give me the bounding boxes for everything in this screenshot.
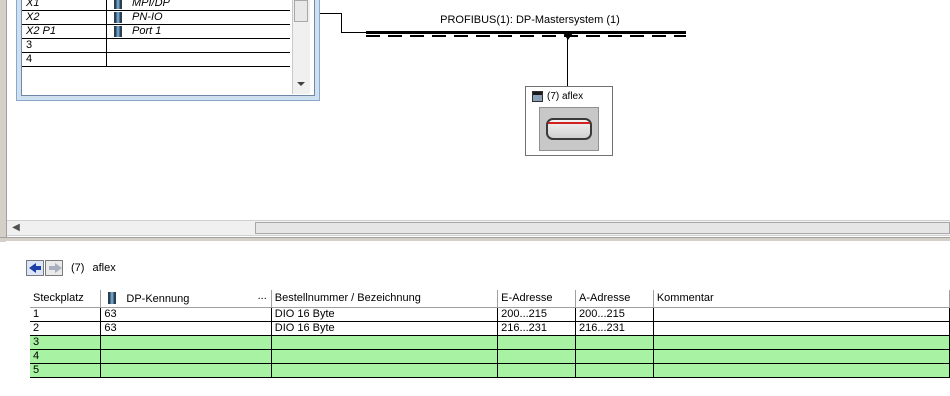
cell-a-address[interactable] <box>575 335 654 350</box>
cell-comment[interactable] <box>653 349 950 364</box>
table-row[interactable]: 3 <box>30 335 950 350</box>
connector-line <box>341 32 367 33</box>
module-icon <box>114 26 122 37</box>
rack-vertical-scrollbar[interactable] <box>292 0 310 94</box>
profibus-dashes <box>366 35 686 37</box>
horizontal-scrollbar[interactable]: ◀ <box>7 220 950 236</box>
column-separator <box>106 39 107 52</box>
back-button[interactable] <box>26 260 44 276</box>
rack-module: PN-IO <box>132 11 163 23</box>
rack-slot: 4 <box>26 53 33 65</box>
cell-order-number[interactable] <box>271 335 499 350</box>
rack-slot: 3 <box>26 39 33 51</box>
column-header-label: DP-Kennung <box>126 292 190 305</box>
cell-comment[interactable] <box>653 363 950 378</box>
column-separator <box>106 0 107 10</box>
column-header-kommentar[interactable]: Kommentar <box>653 290 950 308</box>
scroll-down-arrow-icon[interactable] <box>297 82 305 86</box>
slot-table: Steckplatz DP-Kennung ... Bestellnummer … <box>30 290 950 378</box>
left-frame-edge <box>0 0 7 240</box>
bus-tap-icon <box>563 33 573 40</box>
device-header: (7) aflex <box>528 89 610 105</box>
more-options[interactable]: ... <box>258 290 267 303</box>
connector-line <box>320 13 342 14</box>
cell-order-number[interactable] <box>271 349 499 364</box>
cell-dp-kennung[interactable] <box>100 363 272 378</box>
cell-e-address[interactable] <box>497 335 576 350</box>
cell-e-address[interactable]: 200...215 <box>497 307 576 322</box>
rack-module: Port 1 <box>132 25 162 37</box>
cell-comment[interactable] <box>653 335 950 350</box>
scroll-thumb[interactable] <box>255 222 950 234</box>
detail-view: (7) aflex Steckplatz DP-Kennung ... Beste… <box>6 241 950 396</box>
scroll-thumb[interactable] <box>294 0 308 22</box>
cell-slot[interactable]: 3 <box>30 335 102 350</box>
column-header-dp-kennung[interactable]: DP-Kennung ... <box>100 290 272 308</box>
cell-dp-kennung[interactable] <box>100 349 272 364</box>
cell-dp-kennung[interactable] <box>100 335 272 350</box>
table-header-row: Steckplatz DP-Kennung ... Bestellnummer … <box>30 290 950 308</box>
detail-title: (7) aflex <box>71 262 116 274</box>
table-row[interactable]: 2 63 DIO 16 Byte 216...231 216...231 <box>30 321 950 336</box>
cell-a-address[interactable] <box>575 349 654 364</box>
module-icon <box>108 291 117 304</box>
profibus-line[interactable] <box>366 31 686 34</box>
device-label: (7) aflex <box>547 91 584 102</box>
bus-label: PROFIBUS(1): DP-Mastersystem (1) <box>440 14 620 26</box>
arrow-right-icon <box>55 263 62 273</box>
forward-button[interactable] <box>45 260 63 276</box>
cell-comment[interactable] <box>653 321 950 336</box>
device-stripe <box>548 122 590 124</box>
cell-a-address[interactable]: 216...231 <box>575 321 654 336</box>
rack-row[interactable]: 3 <box>22 39 290 53</box>
cell-slot[interactable]: 5 <box>30 363 102 378</box>
module-icon <box>114 0 122 9</box>
cell-e-address[interactable] <box>497 349 576 364</box>
device-number: (7) <box>71 262 85 274</box>
rack-row[interactable]: X1 MPI/DP <box>22 0 290 11</box>
table-row[interactable]: 5 <box>30 363 950 378</box>
rack-slot: X2 <box>26 11 40 23</box>
device-name: aflex <box>92 262 116 274</box>
table-row[interactable]: 1 63 DIO 16 Byte 200...215 200...215 <box>30 307 950 322</box>
slave-device-icon <box>532 91 543 102</box>
cell-a-address[interactable] <box>575 363 654 378</box>
cell-order-number[interactable] <box>271 363 499 378</box>
table-row[interactable]: 4 <box>30 349 950 364</box>
cell-e-address[interactable]: 216...231 <box>497 321 576 336</box>
rack-slot: X1 <box>26 0 40 9</box>
column-header-a-adresse[interactable]: A-Adresse <box>575 290 654 308</box>
column-separator <box>106 53 107 66</box>
rack-row[interactable]: X2 P1 Port 1 <box>22 25 290 39</box>
cell-order-number[interactable]: DIO 16 Byte <box>271 307 499 322</box>
device-image <box>539 107 599 151</box>
module-icon <box>114 12 122 23</box>
device-aflex[interactable]: (7) aflex <box>525 86 613 156</box>
connector-line <box>341 13 342 33</box>
cell-slot[interactable]: 4 <box>30 349 102 364</box>
column-separator <box>106 11 107 24</box>
column-header-e-adresse[interactable]: E-Adresse <box>497 290 576 308</box>
cell-slot[interactable]: 2 <box>30 321 102 336</box>
rack-row[interactable]: 4 <box>22 53 290 67</box>
device-drop-line <box>567 38 568 86</box>
column-separator <box>106 25 107 38</box>
cell-comment[interactable] <box>653 307 950 322</box>
cell-a-address[interactable]: 200...215 <box>575 307 654 322</box>
cell-e-address[interactable] <box>497 363 576 378</box>
cell-dp-kennung[interactable]: 63 <box>100 321 272 336</box>
cell-order-number[interactable]: DIO 16 Byte <box>271 321 499 336</box>
arrow-left-icon-tail <box>35 266 41 270</box>
column-header-bestellnummer[interactable]: Bestellnummer / Bezeichnung <box>271 290 499 308</box>
cell-slot[interactable]: 1 <box>30 307 102 322</box>
rack-module: MPI/DP <box>132 0 170 9</box>
cell-dp-kennung[interactable]: 63 <box>100 307 272 322</box>
rack-table: X1 MPI/DP X2 PN-IO X2 P1 Port 1 3 4 <box>21 0 315 96</box>
rack-window[interactable]: X1 MPI/DP X2 PN-IO X2 P1 Port 1 3 4 <box>16 0 320 101</box>
rack-slot: X2 P1 <box>26 25 56 37</box>
scroll-left-arrow-icon[interactable]: ◀ <box>9 221 23 235</box>
column-header-steckplatz[interactable]: Steckplatz <box>30 290 102 308</box>
rack-row[interactable]: X2 PN-IO <box>22 11 290 25</box>
